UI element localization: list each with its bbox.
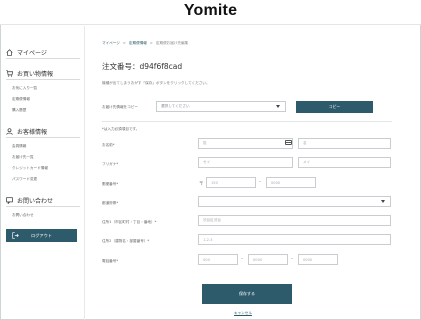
breadcrumb-separator-icon: > (122, 41, 126, 45)
sidebar-orders-label: お買い物情報 (17, 71, 54, 78)
copy-label: お届け先情報をコピー (102, 105, 138, 109)
cancel-link[interactable]: キャンセル (234, 311, 252, 316)
sidebar-mypage[interactable]: マイページ (6, 48, 47, 57)
logout-label: ログアウト (31, 232, 52, 238)
breadcrumb: マイページ > 定期便情報 > 定期便お届け先編集 (102, 41, 188, 46)
sidebar-contact-label: お問い合わせ (17, 198, 54, 205)
main-content: マイページ > 定期便情報 > 定期便お届け先編集 注文番号：d94f6f8ca… (86, 26, 420, 320)
copy-button[interactable]: コピー (296, 101, 373, 113)
prefecture-label: 都道府県* (102, 201, 119, 205)
save-button[interactable]: 保存する (202, 284, 292, 304)
sidebar-contact-title: お問い合わせ (6, 196, 53, 205)
zip-prefix: 〒 (199, 182, 204, 187)
sidebar: マイページ お買い物情報 お気に入り一覧 定期便情報 購入履歴 お客様情報 会員… (0, 26, 85, 320)
sidebar-member-title: お客様情報 (6, 127, 47, 136)
address1-label: 住所1（市区町村・丁目・番地）* (102, 220, 157, 224)
kana-label: フリガナ* (102, 162, 119, 166)
card-icon (285, 140, 292, 145)
sidebar-item-credit-card[interactable]: クレジットカード情報 (12, 166, 48, 171)
address2-input[interactable]: 1-2-3 (198, 234, 391, 245)
sidebar-item-purchase-history[interactable]: 購入履歴 (12, 108, 26, 113)
zip-dash: - (259, 179, 261, 185)
phone1-input[interactable]: 000 (198, 254, 238, 265)
zip2-input[interactable]: 0000 (266, 177, 316, 188)
logout-icon (12, 232, 19, 239)
phone3-input[interactable]: 0000 (298, 254, 338, 265)
divider (6, 79, 80, 80)
sidebar-item-password[interactable]: パスワード変更 (12, 177, 37, 182)
chat-icon (6, 197, 13, 204)
site-logo[interactable]: Yomite (0, 2, 421, 20)
address2-label: 住所2（建物名・部屋番号）* (102, 239, 150, 243)
sidebar-item-addresses[interactable]: お届け先一覧 (12, 155, 34, 160)
sidebar-item-favorites[interactable]: お気に入り一覧 (12, 86, 37, 91)
address1-input[interactable]: 渋谷区渋谷 (198, 215, 391, 226)
divider (6, 206, 80, 207)
phone-label: 電話番号* (102, 259, 119, 263)
sidebar-orders-title: お買い物情報 (6, 69, 53, 78)
page-hint: 機種が出てしまうおがす「保存」ボタンをクリックしてください。 (102, 81, 210, 85)
copy-address-select[interactable]: 選択してください (156, 101, 286, 112)
zip-label: 郵便番号* (102, 182, 119, 186)
sidebar-item-subscriptions[interactable]: 定期便情報 (12, 97, 30, 102)
breadcrumb-mypage[interactable]: マイページ (102, 41, 120, 46)
breadcrumb-current: 定期便お届け先編集 (155, 41, 189, 45)
prefecture-select[interactable] (198, 196, 391, 207)
breadcrumb-separator-icon: > (149, 41, 153, 45)
sidebar-mypage-label: マイページ (17, 50, 47, 57)
divider (6, 58, 80, 59)
sidebar-item-member-info[interactable]: 会員情報 (12, 144, 26, 149)
phone-dash-2: - (291, 256, 293, 262)
home-icon (6, 49, 13, 56)
name-label: お名前* (102, 143, 115, 147)
divider (6, 137, 80, 138)
user-icon (6, 128, 13, 135)
first-name-input[interactable]: 名 (298, 138, 391, 149)
zip1-input[interactable]: 150 (206, 177, 256, 188)
page-title: 注文番号：d94f6f8cad (102, 62, 183, 71)
sidebar-item-contact[interactable]: お問い合わせ (12, 213, 34, 218)
site-header: Yomite (0, 0, 421, 25)
last-name-input[interactable]: 姓 (198, 138, 293, 149)
sidebar-member-label: お客様情報 (17, 129, 48, 136)
cart-icon (6, 70, 13, 77)
logout-button[interactable]: ログアウト (6, 229, 77, 242)
phone2-input[interactable]: 0000 (248, 254, 288, 265)
breadcrumb-subscriptions[interactable]: 定期便情報 (129, 41, 147, 46)
phone-dash-1: - (241, 256, 243, 262)
first-kana-input[interactable]: メイ (298, 157, 391, 168)
last-kana-input[interactable]: セイ (198, 157, 293, 168)
divider (102, 121, 392, 122)
required-note: *は入力必須項目です。 (102, 127, 140, 131)
